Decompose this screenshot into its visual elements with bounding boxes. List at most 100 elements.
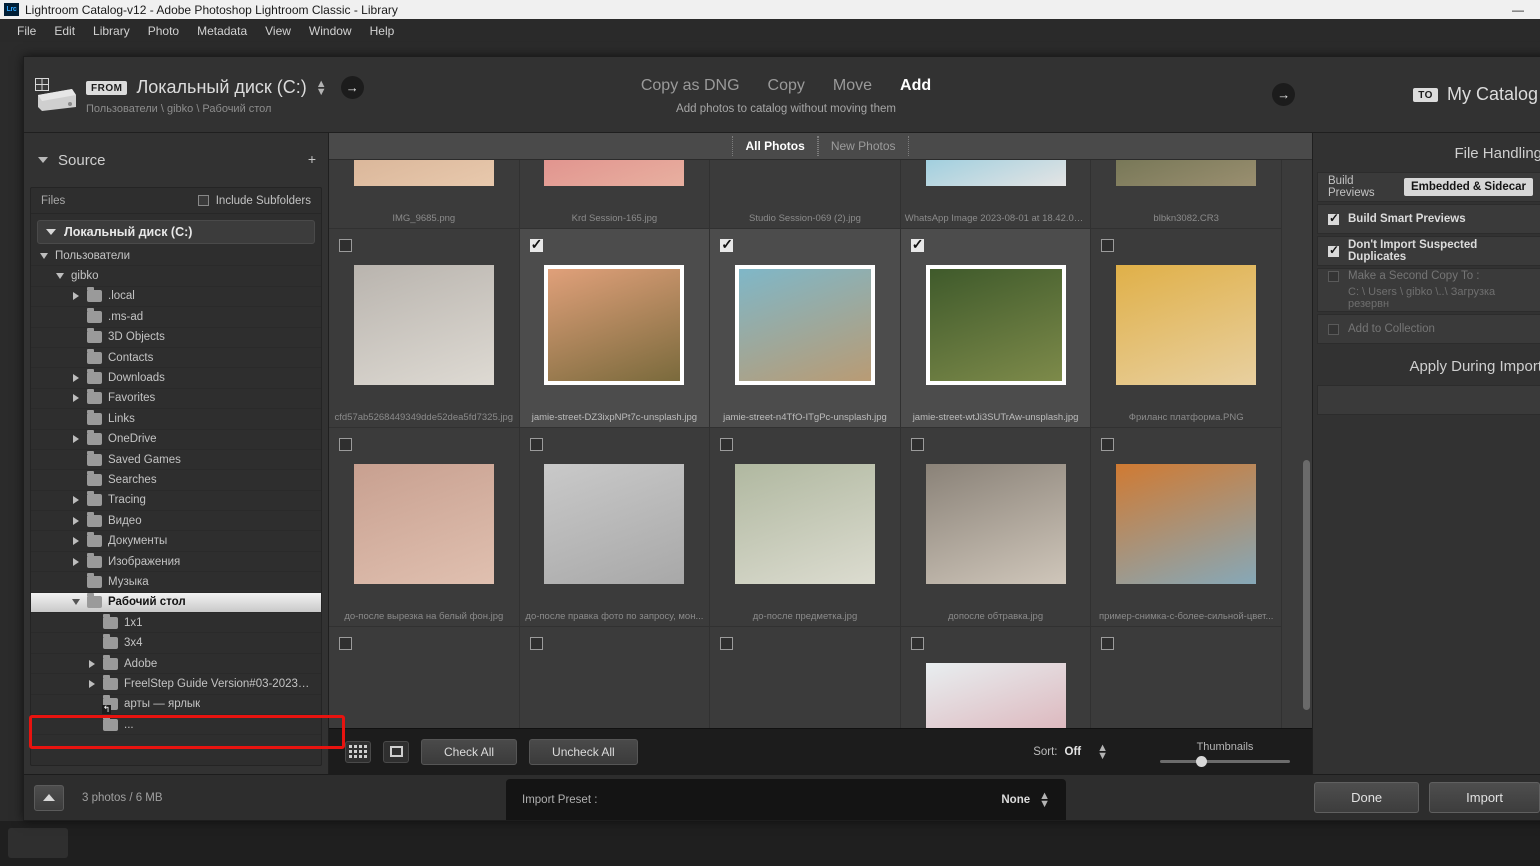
photo-include-checkbox[interactable] xyxy=(720,236,734,252)
menu-item-metadata[interactable]: Metadata xyxy=(188,22,256,40)
photo-include-checkbox[interactable] xyxy=(339,239,352,252)
from-source-block[interactable]: FROM Локальный диск (C:) ▲ ▼ → Пользовате… xyxy=(86,76,364,115)
from-source-name[interactable]: Локальный диск (C:) xyxy=(136,77,306,98)
photo-thumbnail[interactable] xyxy=(544,265,685,385)
photo-thumbnail[interactable] xyxy=(353,265,494,385)
folder-tree-item[interactable]: Saved Games xyxy=(31,450,321,471)
include-subfolders-toggle[interactable]: Include Subfolders xyxy=(197,195,311,207)
second-copy-checkbox[interactable] xyxy=(1328,270,1339,282)
photo-cell[interactable]: jamie-street-n4TfO-ITgPc-unsplash.jpg xyxy=(710,229,901,428)
photo-thumbnail[interactable] xyxy=(1116,265,1257,385)
photo-thumbnail[interactable] xyxy=(353,160,494,186)
include-subfolders-checkbox[interactable] xyxy=(197,195,209,206)
import-preset-bar[interactable]: Import Preset : None ▲ ▼ xyxy=(506,779,1066,820)
done-button[interactable]: Done xyxy=(1314,782,1420,813)
folder-tree-item[interactable]: Adobe xyxy=(31,654,321,675)
photo-thumbnail[interactable] xyxy=(1116,464,1257,584)
photo-cell[interactable] xyxy=(900,627,1092,728)
add-source-icon[interactable]: + xyxy=(308,151,316,167)
source-panel-header[interactable]: Source + xyxy=(24,133,328,187)
photo-thumbnail[interactable] xyxy=(734,265,875,385)
photo-cell[interactable]: допосле обтравка.jpg xyxy=(900,428,1092,627)
photo-cell[interactable]: blbkn3082.CR3 xyxy=(1091,160,1282,229)
sort-stepper-icon[interactable]: ▲ ▼ xyxy=(1097,742,1108,761)
photo-cell[interactable] xyxy=(329,627,520,728)
folder-tree-item[interactable]: Favorites xyxy=(31,389,321,410)
photos-tab-new-photos[interactable]: New Photos xyxy=(817,136,909,156)
chevron-right-icon[interactable] xyxy=(87,679,97,688)
chevron-right-icon[interactable] xyxy=(71,557,81,566)
chevron-right-icon[interactable] xyxy=(71,537,81,546)
photo-cell[interactable]: до-после предметка.jpg xyxy=(710,428,901,627)
collapse-panel-button[interactable] xyxy=(34,784,64,811)
folder-tree-item[interactable]: Searches xyxy=(31,470,321,491)
chevron-down-icon[interactable] xyxy=(55,273,65,280)
menu-item-window[interactable]: Window xyxy=(300,22,361,40)
photo-cell[interactable]: cfd57ab5268449349dde52dea5fd7325.jpg xyxy=(329,229,520,428)
to-target-name[interactable]: My Catalog xyxy=(1447,84,1538,105)
folder-tree-item[interactable]: gibko xyxy=(31,266,321,287)
photo-cell[interactable] xyxy=(519,627,711,728)
photos-tab-all-photos[interactable]: All Photos xyxy=(732,136,818,156)
photo-cell[interactable]: jamie-street-wtJi3SUTrAw-unsplash.jpg xyxy=(900,229,1092,428)
photo-include-checkbox[interactable] xyxy=(720,637,734,650)
folder-tree-item[interactable]: Tracing xyxy=(31,491,321,512)
photo-include-checkbox[interactable] xyxy=(529,637,543,650)
chevron-right-icon[interactable] xyxy=(71,374,81,383)
import-preset-value[interactable]: None xyxy=(1001,794,1030,806)
import-mode-copy[interactable]: Copy xyxy=(768,77,805,95)
slider-track[interactable] xyxy=(1160,755,1290,767)
drive-expand-icon[interactable] xyxy=(46,229,56,235)
minimize-button[interactable]: — xyxy=(1496,0,1540,19)
photo-thumbnail[interactable] xyxy=(925,160,1066,186)
import-mode-move[interactable]: Move xyxy=(833,77,872,95)
folder-tree-item[interactable]: Музыка xyxy=(31,572,321,593)
chevron-down-icon[interactable] xyxy=(39,252,49,259)
photo-cell[interactable]: до-после правка фото по запросу, мон... xyxy=(519,428,711,627)
folder-tree-item[interactable]: FreelStep Guide Version#03-20230723T... xyxy=(31,674,321,695)
photo-thumbnail[interactable] xyxy=(544,160,685,186)
chevron-right-icon[interactable] xyxy=(71,292,81,301)
check-all-button[interactable]: Check All xyxy=(421,738,518,765)
folder-tree-item[interactable]: .ms-ad xyxy=(31,307,321,328)
photo-cell[interactable] xyxy=(710,627,901,728)
photo-cell[interactable]: Фриланс платформа.PNG xyxy=(1091,229,1282,428)
collapse-triangle-icon[interactable] xyxy=(38,157,48,163)
menu-item-photo[interactable]: Photo xyxy=(139,22,188,40)
grid-view-icon[interactable] xyxy=(345,740,371,763)
photo-grid-scroll[interactable]: IMG_9685.png Krd Session-165.jpg Preview u… xyxy=(329,160,1312,728)
photo-include-checkbox[interactable] xyxy=(1101,438,1115,451)
photo-include-checkbox[interactable] xyxy=(529,236,543,252)
import-button[interactable]: Import xyxy=(1429,782,1540,813)
thumbnail-size-slider[interactable]: Thumbnails xyxy=(1160,741,1290,767)
folder-tree-item[interactable]: Links xyxy=(31,409,321,430)
photo-include-checkbox[interactable] xyxy=(1101,637,1115,650)
photo-cell[interactable] xyxy=(1091,627,1282,728)
import-mode-add[interactable]: Add xyxy=(900,77,931,95)
photo-thumbnail[interactable] xyxy=(544,464,685,584)
folder-tree-item[interactable]: арты — ярлык xyxy=(31,695,321,715)
photo-include-checkbox[interactable] xyxy=(339,438,352,451)
photo-thumbnail[interactable] xyxy=(1116,160,1257,186)
add-to-collection-checkbox[interactable] xyxy=(1328,323,1339,335)
photo-thumbnail[interactable] xyxy=(925,663,1066,728)
photo-thumbnail[interactable] xyxy=(925,464,1066,584)
photo-cell[interactable]: IMG_9685.png xyxy=(329,160,520,229)
from-source-stepper-icon[interactable]: ▲ ▼ xyxy=(316,78,327,97)
build-previews-dropdown[interactable]: Embedded & Sidecar xyxy=(1403,178,1533,196)
photo-cell[interactable]: WhatsApp Image 2023-08-01 at 18.42.04.j.… xyxy=(900,160,1092,229)
chevron-right-icon[interactable] xyxy=(87,659,97,668)
chevron-down-icon[interactable] xyxy=(71,599,81,606)
folder-tree-item[interactable]: Документы xyxy=(31,531,321,552)
photo-thumbnail[interactable] xyxy=(734,464,875,584)
menu-item-edit[interactable]: Edit xyxy=(45,22,84,40)
add-to-collection-row[interactable]: Add to Collection xyxy=(1317,314,1540,344)
dont-import-duplicates-row[interactable]: Don't Import Suspected Duplicates xyxy=(1317,236,1540,266)
photo-include-checkbox[interactable] xyxy=(720,438,734,451)
menu-item-library[interactable]: Library xyxy=(84,22,139,40)
folder-tree-item[interactable]: Изображения xyxy=(31,552,321,573)
photo-cell[interactable]: до-после вырезка на белый фон.jpg xyxy=(329,428,520,627)
folder-tree-item[interactable]: 1x1 xyxy=(31,613,321,634)
folder-tree-item[interactable]: OneDrive xyxy=(31,430,321,450)
apply-during-import-row[interactable] xyxy=(1317,385,1540,415)
